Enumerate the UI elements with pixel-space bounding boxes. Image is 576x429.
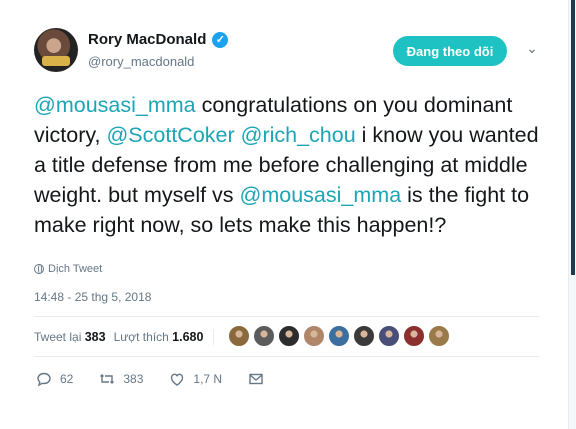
- retweets-count: 383: [84, 330, 106, 344]
- liker-avatar[interactable]: [328, 325, 350, 347]
- liker-avatar[interactable]: [353, 325, 375, 347]
- divider: [34, 316, 540, 317]
- envelope-icon: [249, 373, 263, 385]
- scrollbar[interactable]: [568, 0, 576, 429]
- mention-link[interactable]: @rich_chou: [241, 123, 356, 147]
- retweet-button[interactable]: 383: [99, 371, 143, 387]
- following-button[interactable]: Đang theo dõi: [393, 36, 507, 66]
- mention-link[interactable]: @mousasi_mma: [34, 93, 196, 117]
- scrollbar-thumb[interactable]: [571, 0, 575, 275]
- heart-icon: [171, 373, 184, 386]
- liker-avatar[interactable]: [428, 325, 450, 347]
- retweets-stat[interactable]: Tweet lại 383: [34, 330, 106, 344]
- tweet-timestamp[interactable]: 14:48 - 25 thg 5, 2018: [34, 290, 151, 304]
- message-button[interactable]: [248, 371, 264, 387]
- liker-avatar[interactable]: [403, 325, 425, 347]
- user-name[interactable]: Rory MacDonald: [88, 31, 206, 48]
- likes-stat[interactable]: Lượt thích 1.680: [114, 330, 204, 344]
- chevron-down-icon[interactable]: ⌄: [524, 40, 540, 56]
- like-button[interactable]: 1,7 N: [169, 371, 222, 387]
- retweet-count: 383: [123, 372, 144, 386]
- liker-avatar[interactable]: [278, 325, 300, 347]
- liker-avatars: [228, 325, 450, 347]
- stats-separator: [213, 329, 215, 345]
- globe-icon: [34, 264, 44, 274]
- reply-icon: [37, 372, 51, 387]
- mention-link[interactable]: @ScottCoker: [106, 123, 234, 147]
- tweet-stats: Tweet lại 383 Lượt thích 1.680: [34, 329, 215, 345]
- liker-avatar[interactable]: [303, 325, 325, 347]
- translate-label[interactable]: Dịch Tweet: [48, 263, 102, 275]
- mention-link[interactable]: @mousasi_mma: [240, 183, 402, 207]
- like-count: 1,7 N: [193, 372, 223, 386]
- user-name-row: Rory MacDonald ✓: [88, 31, 229, 48]
- tweet-text: @mousasi_mma congratulations on you domi…: [34, 90, 554, 240]
- divider: [34, 356, 540, 357]
- likes-count: 1.680: [172, 330, 204, 344]
- tweet-actions: 62 383 1,7 N: [36, 371, 290, 387]
- reply-button[interactable]: 62: [36, 371, 73, 387]
- verified-badge-icon: ✓: [212, 31, 229, 48]
- liker-avatar[interactable]: [253, 325, 275, 347]
- retweets-label: Tweet lại: [34, 330, 82, 344]
- tweet-card: Rory MacDonald ✓ @rory_macdonald Đang th…: [0, 0, 568, 429]
- avatar[interactable]: [34, 28, 78, 72]
- liker-avatar[interactable]: [378, 325, 400, 347]
- reply-count: 62: [60, 372, 74, 386]
- user-handle[interactable]: @rory_macdonald: [88, 54, 194, 69]
- liker-avatar[interactable]: [228, 325, 250, 347]
- translate-tweet-link[interactable]: Dịch Tweet: [34, 263, 102, 275]
- retweet-icon: [100, 374, 115, 384]
- likes-label: Lượt thích: [113, 330, 169, 344]
